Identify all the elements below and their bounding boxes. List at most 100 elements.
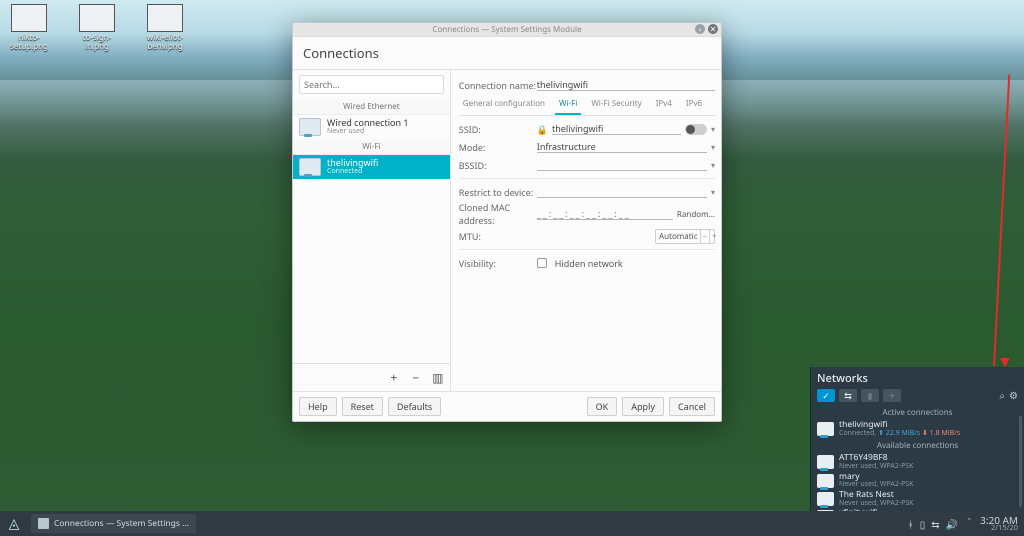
search-input[interactable]: [299, 75, 444, 94]
network-tray-icon[interactable]: ⇆: [931, 517, 939, 531]
mtu-spinbox[interactable]: Automatic − +: [655, 229, 715, 244]
connection-name-field[interactable]: [537, 79, 715, 91]
desktop-file-icon[interactable]: to-sign-in.png: [72, 4, 122, 52]
list-toolbar: + − ▥: [293, 363, 450, 391]
clock[interactable]: 3:20 AM 2/15/20: [980, 515, 1018, 533]
settings-window: Connections — System Settings Module ‹ ✕…: [292, 22, 722, 422]
network-sub: Never used, WPA2-PSK: [839, 463, 914, 470]
minimize-button[interactable]: ‹: [695, 24, 705, 34]
ethernet-toggle[interactable]: ✓: [817, 389, 835, 402]
taskbar-task[interactable]: Connections — System Settings ...: [31, 514, 196, 533]
connections-list-pane: Wired Ethernet Wired connection 1 Never …: [293, 70, 451, 391]
wifi-icon: [817, 474, 834, 488]
app-icon: [38, 518, 49, 529]
ssid-label: SSID:: [459, 123, 537, 136]
mode-field[interactable]: [537, 141, 707, 153]
lock-icon: 🔒: [537, 123, 548, 136]
configure-icon[interactable]: ⚙: [1009, 388, 1018, 402]
ok-button[interactable]: OK: [587, 397, 618, 416]
wifi-icon: [299, 158, 321, 176]
connection-item-wired[interactable]: Wired connection 1 Never used: [293, 115, 450, 139]
bluetooth-tray-icon[interactable]: ᚼ: [908, 517, 914, 531]
mtu-value: Automatic: [656, 230, 700, 243]
network-type-row: ✓ ⇆ ▮ ✈ ⌕ ⚙: [811, 388, 1024, 405]
chevron-down-icon[interactable]: ▾: [711, 187, 715, 198]
mobile-toggle[interactable]: ▮: [861, 389, 879, 402]
bssid-label: BSSID:: [459, 159, 537, 172]
detail-tabs: General configuration Wi-Fi Wi-Fi Securi…: [459, 94, 715, 116]
ssid-visibility-toggle[interactable]: [685, 124, 707, 135]
reset-button[interactable]: Reset: [342, 397, 383, 416]
connection-item-wifi-selected[interactable]: thelivingwifi Connected: [293, 155, 450, 179]
file-label: to-sign-in.png: [72, 34, 122, 52]
system-tray: ᚼ ▯ ⇆ 🔊 ＾ 3:20 AM 2/15/20: [908, 515, 1024, 533]
tab-ipv4[interactable]: IPv4: [652, 96, 676, 115]
tab-wifi[interactable]: Wi-Fi: [555, 96, 581, 115]
image-thumb-icon: [147, 4, 183, 32]
section-wired-header: Wired Ethernet: [293, 99, 450, 115]
network-row[interactable]: ATT6Y49BF8 Never used, WPA2-PSK: [811, 453, 1024, 471]
wifi-icon: [817, 422, 834, 436]
ssid-field[interactable]: [552, 123, 681, 135]
available-connections-header: Available connections: [811, 438, 1024, 453]
connection-detail-pane: Connection name: General configuration W…: [451, 70, 721, 391]
network-sub: Never used, WPA2-PSK: [839, 500, 914, 507]
mtu-increment[interactable]: +: [709, 230, 719, 243]
defaults-button[interactable]: Defaults: [388, 397, 441, 416]
desktop-icons: nikto-setup.png to-sign-in.png wiki-elio…: [4, 4, 190, 52]
restrict-field[interactable]: [537, 186, 707, 198]
desktop-file-icon[interactable]: nikto-setup.png: [4, 4, 54, 52]
airplane-toggle[interactable]: ✈: [883, 389, 901, 402]
start-button[interactable]: ◬: [0, 511, 28, 536]
add-connection-button[interactable]: +: [387, 369, 401, 386]
chevron-down-icon[interactable]: ▾: [711, 124, 715, 135]
tab-general[interactable]: General configuration: [459, 96, 549, 115]
bssid-field[interactable]: [537, 159, 707, 171]
mtu-label: MTU:: [459, 230, 537, 243]
restrict-label: Restrict to device:: [459, 186, 537, 199]
mtu-decrement[interactable]: −: [700, 230, 710, 243]
tab-wifi-security[interactable]: Wi-Fi Security: [587, 96, 645, 115]
separator: [459, 249, 715, 250]
chevron-down-icon[interactable]: ▾: [711, 160, 715, 171]
network-row-active[interactable]: thelivingwifi Connected, ⬆ 22.9 MiB/s ⬇ …: [811, 420, 1024, 438]
random-mac-button[interactable]: Random...: [677, 209, 715, 220]
clipboard-tray-icon[interactable]: ▯: [920, 517, 926, 531]
visibility-label: Visibility:: [459, 257, 537, 270]
network-row[interactable]: mary Never used, WPA2-PSK: [811, 472, 1024, 490]
cancel-button[interactable]: Cancel: [669, 397, 715, 416]
search-icon[interactable]: ⌕: [999, 388, 1005, 402]
network-row[interactable]: The Rats Nest Never used, WPA2-PSK: [811, 490, 1024, 508]
tray-expand-icon[interactable]: ＾: [964, 516, 974, 531]
window-title: Connections — System Settings Module: [432, 24, 581, 35]
separator: [459, 178, 715, 179]
mode-label: Mode:: [459, 141, 537, 154]
section-wifi-header: Wi-Fi: [293, 139, 450, 155]
network-sub: Never used, WPA2-PSK: [839, 481, 914, 488]
connection-sub: Never used: [327, 128, 409, 136]
hidden-network-label: Hidden network: [555, 257, 623, 270]
file-label: nikto-setup.png: [4, 34, 54, 52]
remove-connection-button[interactable]: −: [409, 369, 423, 386]
cloned-mac-field[interactable]: [537, 208, 673, 220]
export-connection-button[interactable]: ▥: [431, 369, 445, 386]
hidden-network-checkbox[interactable]: [537, 258, 547, 268]
apply-button[interactable]: Apply: [622, 397, 664, 416]
help-button[interactable]: Help: [299, 397, 337, 416]
networks-title: Networks: [817, 371, 1018, 386]
annotation-arrow-head: [1000, 358, 1010, 367]
close-button[interactable]: ✕: [708, 24, 718, 34]
ethernet-icon: [299, 118, 321, 136]
image-thumb-icon: [79, 4, 115, 32]
volume-tray-icon[interactable]: 🔊: [946, 517, 958, 531]
window-titlebar[interactable]: Connections — System Settings Module ‹ ✕: [293, 23, 721, 37]
wifi-icon: [817, 492, 834, 506]
page-heading: Connections: [293, 37, 721, 70]
scrollbar[interactable]: [1019, 416, 1022, 507]
taskbar: ◬ Connections — System Settings ... ᚼ ▯ …: [0, 511, 1024, 536]
wifi-toggle[interactable]: ⇆: [839, 389, 857, 402]
tab-ipv6[interactable]: IPv6: [682, 96, 706, 115]
desktop-file-icon[interactable]: wiki-eliot-benvipng: [140, 4, 190, 52]
chevron-down-icon[interactable]: ▾: [711, 142, 715, 153]
dialog-footer: Help Reset Defaults OK Apply Cancel: [293, 391, 721, 421]
